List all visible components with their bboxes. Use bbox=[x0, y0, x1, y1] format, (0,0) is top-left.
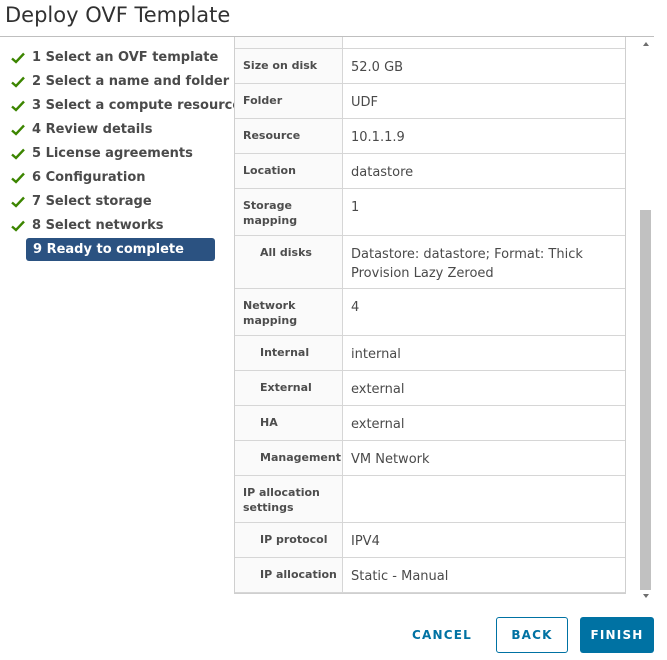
checkmark-icon bbox=[11, 196, 25, 208]
wizard-step-label: 9 Ready to complete bbox=[33, 242, 184, 257]
summary-key-cell: Folder bbox=[235, 84, 343, 118]
summary-key-cell: Network mapping bbox=[235, 289, 343, 335]
summary-value: UDF bbox=[351, 95, 379, 110]
summary-row: Network mapping 4 bbox=[235, 289, 625, 336]
checkmark-icon bbox=[11, 52, 25, 64]
wizard-step-8[interactable]: 8 Select networks bbox=[0, 214, 220, 238]
summary-row: Location datastore bbox=[235, 154, 625, 189]
summary-key-cell: Storage mapping bbox=[235, 189, 343, 235]
wizard-step-label: 3 Select a compute resource bbox=[32, 98, 242, 113]
summary-key-cell: IP allocation bbox=[235, 558, 343, 592]
checkmark-icon bbox=[11, 148, 25, 160]
summary-value: external bbox=[351, 382, 405, 397]
summary-key-cell: Resource bbox=[235, 119, 343, 153]
summary-key-cell bbox=[235, 37, 343, 48]
summary-key-cell: IP protocol bbox=[235, 523, 343, 557]
summary-key: Management bbox=[260, 451, 341, 464]
wizard-step-label: 2 Select a name and folder bbox=[32, 74, 230, 89]
dialog-title: Deploy OVF Template bbox=[5, 3, 231, 27]
summary-key-cell: All disks bbox=[235, 236, 343, 288]
summary-value: datastore bbox=[351, 165, 414, 180]
summary-key: Storage mapping bbox=[243, 199, 298, 227]
summary-key: All disks bbox=[260, 246, 312, 259]
summary-key: Internal bbox=[260, 346, 310, 359]
summary-row: HA external bbox=[235, 406, 625, 441]
summary-row: Resource 10.1.1.9 bbox=[235, 119, 625, 154]
summary-row: IP allocation settings bbox=[235, 476, 625, 523]
summary-key: IP allocation bbox=[260, 568, 337, 581]
summary-row bbox=[235, 37, 625, 49]
summary-key-cell: Size on disk bbox=[235, 49, 343, 83]
summary-row: IP allocation Static - Manual bbox=[235, 558, 625, 593]
summary-value: IPV4 bbox=[351, 534, 380, 549]
wizard-step-label: 1 Select an OVF template bbox=[32, 50, 219, 65]
wizard-step-label: 6 Configuration bbox=[32, 170, 146, 185]
wizard-step-4[interactable]: 4 Review details bbox=[0, 118, 220, 142]
wizard-step-7[interactable]: 7 Select storage bbox=[0, 190, 220, 214]
scroll-down-arrow-icon[interactable] bbox=[643, 594, 649, 598]
back-button[interactable]: BACK bbox=[496, 617, 568, 653]
checkmark-icon bbox=[11, 76, 25, 88]
checkmark-icon bbox=[11, 100, 25, 112]
summary-row: Internal internal bbox=[235, 336, 625, 371]
summary-value: Datastore: datastore; Format: Thick Prov… bbox=[351, 247, 583, 281]
summary-key-cell: IP allocation settings bbox=[235, 476, 343, 522]
summary-row: IP protocol IPV4 bbox=[235, 523, 625, 558]
summary-key: HA bbox=[260, 416, 278, 429]
summary-key-cell: Management bbox=[235, 441, 343, 475]
summary-row: Size on disk 52.0 GB bbox=[235, 49, 625, 84]
wizard-step-2[interactable]: 2 Select a name and folder bbox=[0, 70, 229, 94]
summary-row: Folder UDF bbox=[235, 84, 625, 119]
wizard-step-label: 4 Review details bbox=[32, 122, 153, 137]
summary-key: IP allocation settings bbox=[243, 486, 320, 514]
summary-value: Static - Manual bbox=[351, 569, 449, 584]
wizard-step-5[interactable]: 5 License agreements bbox=[0, 142, 220, 166]
summary-key: Location bbox=[243, 164, 296, 177]
wizard-step-3[interactable]: 3 Select a compute resource bbox=[0, 94, 241, 118]
summary-key: Network mapping bbox=[243, 299, 298, 327]
summary-row: External external bbox=[235, 371, 625, 406]
checkmark-icon bbox=[11, 124, 25, 136]
summary-row: Management VM Network bbox=[235, 441, 625, 476]
checkmark-icon bbox=[11, 172, 25, 184]
summary-key: Size on disk bbox=[243, 59, 318, 72]
wizard-step-label: 7 Select storage bbox=[32, 194, 152, 209]
summary-key-cell: HA bbox=[235, 406, 343, 440]
summary-row: Storage mapping 1 bbox=[235, 189, 625, 236]
summary-key: IP protocol bbox=[260, 533, 328, 546]
wizard-step-1[interactable]: 1 Select an OVF template bbox=[0, 46, 220, 70]
summary-key: External bbox=[260, 381, 312, 394]
summary-value: external bbox=[351, 417, 405, 432]
summary-key-cell: Location bbox=[235, 154, 343, 188]
wizard-step-label: 8 Select networks bbox=[32, 218, 164, 233]
cancel-button[interactable]: CANCEL bbox=[404, 617, 480, 653]
summary-value: 4 bbox=[351, 300, 360, 315]
summary-value: 10.1.1.9 bbox=[351, 130, 405, 145]
summary-value: VM Network bbox=[351, 452, 430, 467]
wizard-step-9[interactable]: 9 Ready to complete bbox=[0, 238, 220, 262]
vertical-scrollbar[interactable] bbox=[639, 37, 653, 602]
scrollbar-thumb[interactable] bbox=[640, 210, 651, 590]
checkmark-icon bbox=[11, 220, 25, 232]
summary-row: All disks Datastore: datastore; Format: T… bbox=[235, 236, 625, 289]
summary-key: Resource bbox=[243, 129, 301, 142]
wizard-step-label: 5 License agreements bbox=[32, 146, 193, 161]
summary-table: Size on disk 52.0 GB Folder UDF Resource 10.1… bbox=[234, 37, 626, 594]
finish-button[interactable]: FINISH bbox=[580, 617, 654, 653]
summary-key: Folder bbox=[243, 94, 283, 107]
summary-value: 52.0 GB bbox=[351, 60, 404, 75]
summary-value: internal bbox=[351, 347, 401, 362]
summary-value: 1 bbox=[351, 200, 360, 215]
wizard-step-6[interactable]: 6 Configuration bbox=[0, 166, 220, 190]
summary-key-cell: Internal bbox=[235, 336, 343, 370]
scroll-up-arrow-icon[interactable] bbox=[643, 42, 649, 46]
summary-key-cell: External bbox=[235, 371, 343, 405]
